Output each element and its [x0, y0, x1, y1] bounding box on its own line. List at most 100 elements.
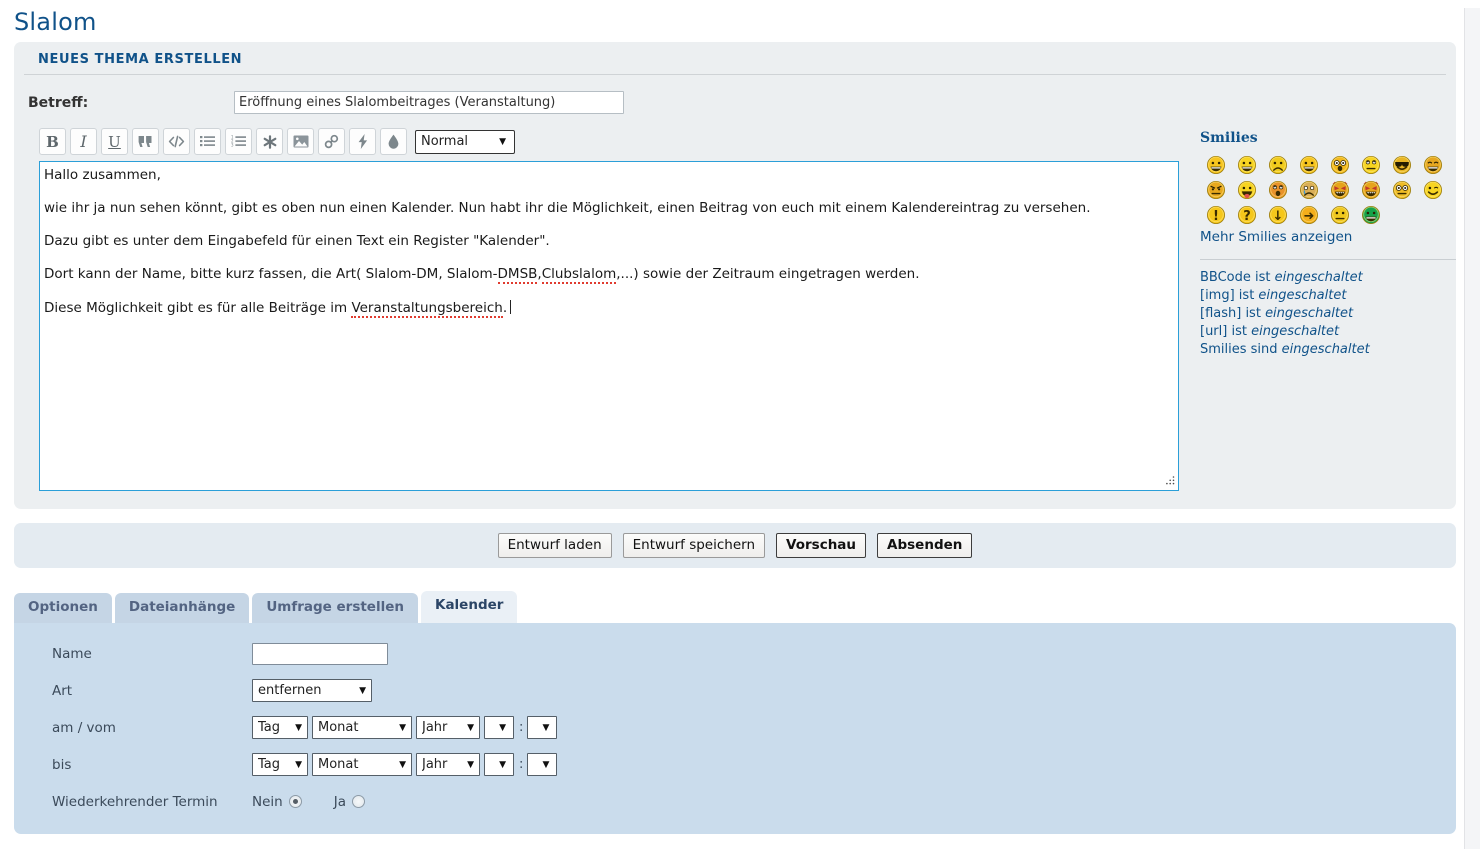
smiley-idea[interactable]: ↓ — [1262, 202, 1293, 227]
message-paragraph: Dort kann der Name, bitte kurz fassen, d… — [44, 267, 1170, 283]
message-text: Diese Möglichkeit gibt es für alle Beitr… — [44, 300, 351, 316]
quote-icon[interactable] — [132, 128, 159, 155]
message-paragraph: Diese Möglichkeit gibt es für alle Beitr… — [44, 300, 1170, 317]
smiley-grin-teeth[interactable] — [1293, 152, 1324, 177]
to-day-select[interactable]: Tag — [252, 753, 308, 776]
to-minute-select[interactable] — [527, 753, 557, 776]
more-smilies-link[interactable]: Mehr Smilies anzeigen — [1200, 229, 1456, 245]
smiley-tongue-out[interactable] — [1231, 177, 1262, 202]
bbcode-status-line: [img] ist eingeschaltet — [1200, 287, 1456, 305]
underline-icon[interactable]: U — [101, 128, 128, 155]
from-day-select[interactable]: Tag — [252, 716, 308, 739]
svg-text:↓: ↓ — [1272, 209, 1283, 224]
smiley-green-grin[interactable] — [1355, 202, 1386, 227]
from-time-separator: : — [519, 720, 523, 735]
smiley-shocked[interactable] — [1324, 152, 1355, 177]
ordered-list-icon[interactable]: 1 2 3 — [225, 128, 252, 155]
smiley-neutral[interactable] — [1324, 202, 1355, 227]
to-year-select[interactable]: Jahr — [416, 753, 480, 776]
smiley-smile[interactable] — [1231, 152, 1262, 177]
unordered-list-icon[interactable] — [194, 128, 221, 155]
smiley-arrow-right[interactable]: ➜ — [1293, 202, 1324, 227]
flash-icon[interactable] — [349, 128, 376, 155]
calendar-from-row: am / vom Tag Monat Jahr : — [14, 709, 1456, 746]
bbcode-status-line: BBCode ist eingeschaltet — [1200, 269, 1456, 287]
message-textarea[interactable]: Hallo zusammen, wie ihr ja nun sehen könn… — [39, 161, 1179, 491]
message-paragraph: Hallo zusammen, — [44, 168, 1170, 184]
recurring-no-radio[interactable] — [289, 795, 302, 808]
to-hour-select[interactable] — [484, 753, 514, 776]
calendar-recurring-row: Wiederkehrender Termin Nein Ja — [14, 783, 1456, 820]
calendar-to-label: bis — [52, 757, 252, 773]
page-scrollbar[interactable] — [1464, 8, 1480, 849]
smiley-sad[interactable] — [1262, 152, 1293, 177]
smilies-title: Smilies — [1200, 130, 1456, 146]
smiley-embarrassed[interactable] — [1262, 177, 1293, 202]
from-minute-select[interactable] — [527, 716, 557, 739]
recurring-yes-radio[interactable] — [352, 795, 365, 808]
bbcode-status-value: eingeschaltet — [1265, 306, 1353, 321]
bbcode-status-value: eingeschaltet — [1275, 270, 1363, 285]
art-select[interactable]: entfernen — [252, 679, 372, 702]
resize-handle-icon[interactable] — [1162, 474, 1176, 488]
tab-umfrage-erstellen[interactable]: Umfrage erstellen — [252, 593, 418, 623]
smiley-big-grin[interactable] — [1200, 152, 1231, 177]
bbcode-status-key: [url] ist — [1200, 324, 1251, 339]
smiley-cool-sunglasses[interactable] — [1386, 152, 1417, 177]
calendar-recurring-label: Wiederkehrender Termin — [52, 794, 252, 810]
from-hour-select[interactable] — [484, 716, 514, 739]
smiley-angry[interactable] — [1200, 177, 1231, 202]
to-month-select[interactable]: Monat — [312, 753, 412, 776]
from-year-select[interactable]: Jahr — [416, 716, 480, 739]
tab-dateianhaenge[interactable]: Dateianhänge — [115, 593, 249, 623]
smiley-laughing[interactable] — [1417, 152, 1448, 177]
spellcheck-word: Veranstaltungsbereich — [351, 300, 502, 318]
bold-icon[interactable]: B — [39, 128, 66, 155]
calendar-name-input[interactable] — [252, 643, 388, 665]
from-year-select-wrap: Jahr — [416, 716, 480, 739]
spellcheck-word: DMSB — [498, 266, 538, 284]
tab-kalender[interactable]: Kalender — [421, 591, 517, 623]
calendar-art-row: Art entfernen — [14, 672, 1456, 709]
font-size-select[interactable]: Normal — [415, 130, 515, 154]
smiley-question[interactable]: ? — [1231, 202, 1262, 227]
smiley-evil-red[interactable] — [1324, 177, 1355, 202]
subject-label: Betreff: — [28, 95, 234, 111]
text-caret — [510, 300, 511, 314]
font-color-icon[interactable] — [380, 128, 407, 155]
load-draft-button[interactable]: Entwurf laden — [498, 533, 612, 559]
smiley-twisted-evil[interactable] — [1355, 177, 1386, 202]
subject-row: Betreff: — [14, 75, 1456, 128]
message-text: Dort kann der Name, bitte kurz fassen, d… — [44, 266, 498, 282]
preview-button[interactable]: Vorschau — [776, 533, 866, 559]
italic-icon[interactable]: I — [70, 128, 97, 155]
bbcode-status-value: eingeschaltet — [1258, 288, 1346, 303]
bbcode-status-key: Smilies sind — [1200, 342, 1282, 357]
subject-input[interactable] — [234, 91, 624, 114]
asterisk-icon[interactable] — [256, 128, 283, 155]
bbcode-status: BBCode ist eingeschaltet[img] ist einges… — [1200, 259, 1456, 359]
message-paragraph: Dazu gibt es unter dem Eingabefeld für e… — [44, 234, 1170, 250]
smiley-wink[interactable] — [1417, 177, 1448, 202]
code-icon[interactable] — [163, 128, 190, 155]
calendar-to-row: bis Tag Monat Jahr : — [14, 746, 1456, 783]
image-icon[interactable] — [287, 128, 314, 155]
svg-text:➜: ➜ — [1303, 209, 1314, 224]
submit-button[interactable]: Absenden — [877, 533, 972, 559]
smiley-exclamation[interactable]: ! — [1200, 202, 1231, 227]
smiley-roll-eyes[interactable] — [1355, 152, 1386, 177]
save-draft-button[interactable]: Entwurf speichern — [623, 533, 765, 559]
panel-heading: NEUES THEMA ERSTELLEN — [24, 42, 1446, 75]
link-icon[interactable] — [318, 128, 345, 155]
from-minute-select-wrap — [527, 716, 557, 739]
calendar-name-row: Name — [14, 635, 1456, 672]
tab-optionen[interactable]: Optionen — [14, 593, 112, 623]
recurring-yes-label: Ja — [334, 794, 346, 810]
smiley-wide-eyes[interactable] — [1386, 177, 1417, 202]
message-text: wie ihr ja nun sehen könnt, gibt es oben… — [44, 200, 1090, 216]
message-paragraph: wie ihr ja nun sehen könnt, gibt es oben… — [44, 201, 1170, 217]
from-month-select[interactable]: Monat — [312, 716, 412, 739]
smiley-crying[interactable] — [1293, 177, 1324, 202]
message-text: ,...) sowie der Zeitraum eingetragen wer… — [616, 266, 919, 282]
svg-text:?: ? — [1243, 209, 1251, 224]
